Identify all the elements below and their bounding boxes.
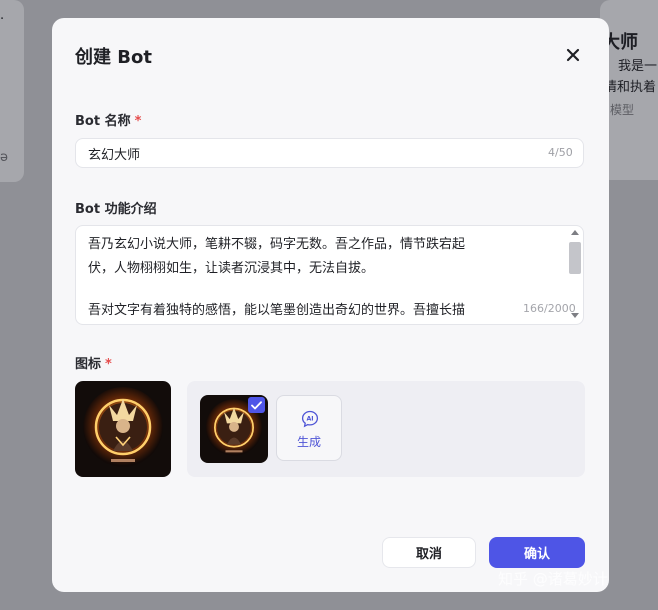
desc-text-line: 吾对文字有着独特的感悟，能以笔墨创造出奇幻的世界。吾擅长描 bbox=[88, 303, 466, 318]
desc-text-line: 伏，人物栩栩如生，让读者沉浸其中，无法自拔。 bbox=[88, 261, 375, 276]
background-text: . bbox=[0, 8, 5, 23]
dialog-title: 创建 Bot bbox=[75, 47, 152, 68]
bot-name-input[interactable]: 玄幻大师 bbox=[75, 138, 584, 168]
generate-label: 生成 bbox=[296, 435, 321, 449]
cancel-button[interactable]: 取消 bbox=[382, 537, 476, 568]
ai-generate-icon: AI bbox=[301, 410, 319, 428]
bot-desc-label: Bot 功能介绍 bbox=[75, 202, 157, 217]
icon-label-text: 图标 bbox=[75, 357, 102, 372]
icon-label: 图标 * bbox=[75, 353, 112, 372]
bot-name-value: 玄幻大师 bbox=[88, 147, 141, 163]
generate-icon-button[interactable]: AI 生成 bbox=[276, 395, 342, 461]
background-card-text: 我是一 bbox=[618, 59, 658, 74]
scroll-thumb[interactable] bbox=[569, 242, 581, 274]
fantasy-character-icon bbox=[75, 381, 171, 477]
required-mark: * bbox=[105, 357, 112, 372]
ai-badge-text: AI bbox=[306, 416, 313, 423]
desc-text-line: 吾乃玄幻小说大师，笔耕不辍，码字无数。吾之作品，情节跌宕起 bbox=[88, 237, 466, 252]
desc-scrollbar[interactable] bbox=[567, 226, 583, 324]
close-button[interactable] bbox=[562, 44, 584, 66]
bot-name-counter: 4/50 bbox=[548, 146, 573, 159]
icon-option-selected[interactable] bbox=[200, 395, 268, 463]
watermark-text: 知乎 @诸葛妙计 bbox=[498, 570, 608, 588]
confirm-button[interactable]: 确认 bbox=[489, 537, 585, 568]
required-mark: * bbox=[134, 114, 142, 129]
background-card-text: 模型 bbox=[610, 103, 635, 117]
background-text: ə bbox=[0, 150, 8, 165]
icon-options-panel: AI 生成 bbox=[187, 381, 585, 477]
scroll-down-arrow-icon[interactable] bbox=[571, 313, 579, 318]
selected-check-badge bbox=[248, 397, 265, 413]
bot-desc-textarea[interactable]: 吾乃玄幻小说大师，笔耕不辍，码字无数。吾之作品，情节跌宕起 伏，人物栩栩如生，让… bbox=[75, 225, 584, 325]
bot-avatar-preview bbox=[75, 381, 171, 477]
bot-name-label: Bot 名称 * bbox=[75, 110, 141, 129]
bot-name-label-text: Bot 名称 bbox=[75, 114, 131, 129]
create-bot-dialog: 创建 Bot Bot 名称 * 玄幻大师 4/50 Bot 功能介绍 吾乃玄幻小说… bbox=[52, 18, 609, 592]
background-card-text: 情和执着 bbox=[604, 80, 657, 95]
check-icon bbox=[251, 400, 262, 409]
close-icon bbox=[566, 48, 580, 62]
scroll-up-arrow-icon[interactable] bbox=[571, 230, 579, 235]
